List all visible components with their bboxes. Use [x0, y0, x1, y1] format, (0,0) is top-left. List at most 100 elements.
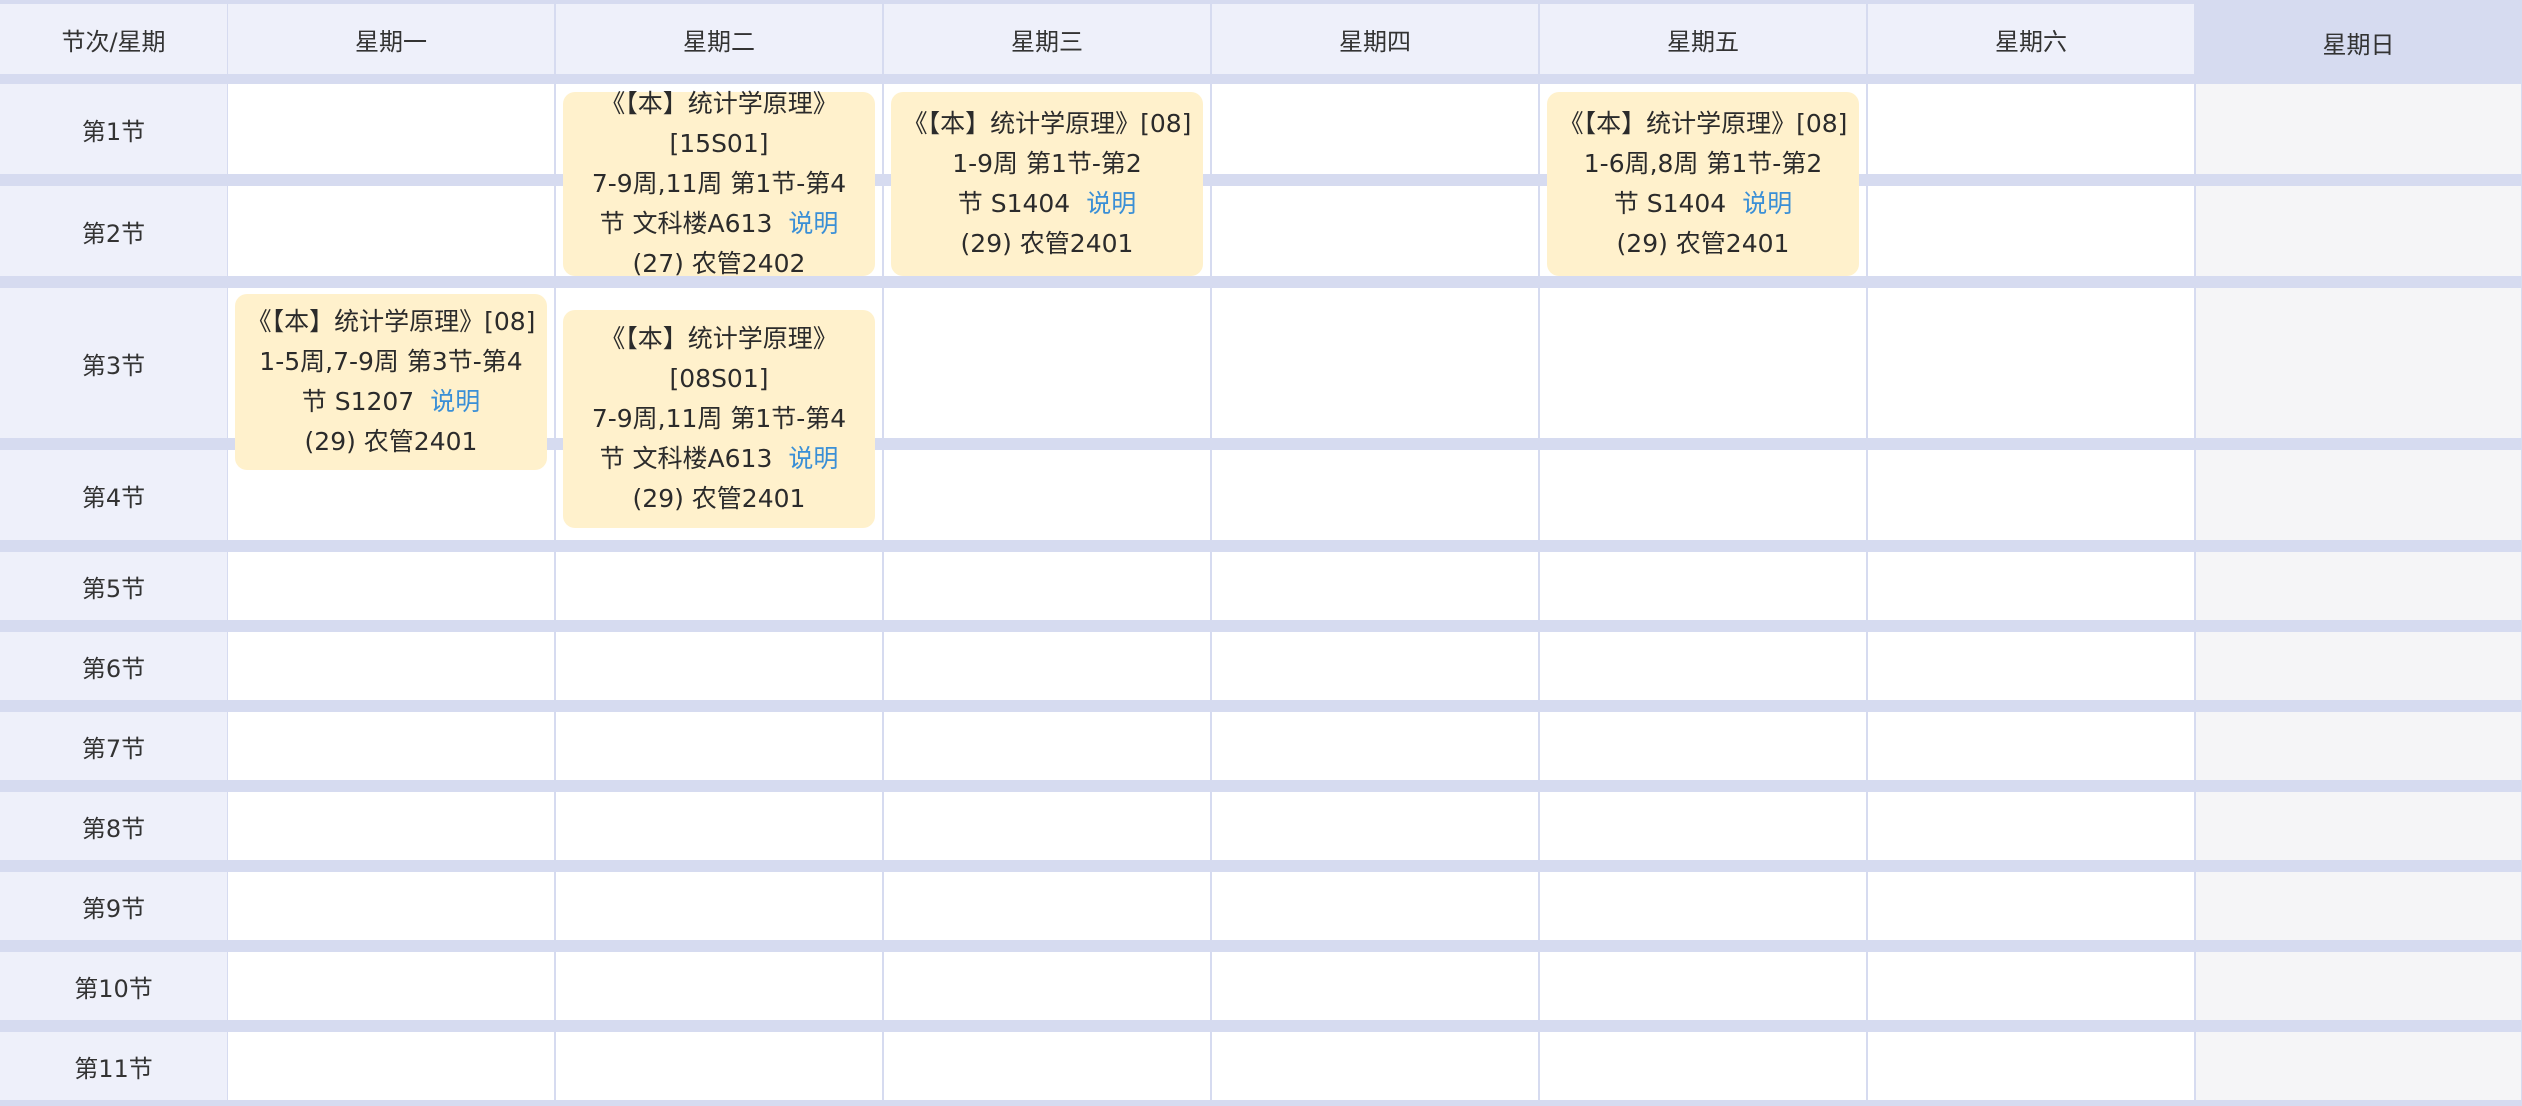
timetable-slot[interactable]	[2196, 84, 2521, 174]
timetable-slot[interactable]	[556, 552, 882, 620]
timetable-slot[interactable]	[1540, 288, 1866, 438]
timetable-slot[interactable]	[228, 712, 554, 780]
timetable-slot[interactable]	[1868, 1032, 2194, 1100]
timetable-slot[interactable]	[1212, 84, 1538, 174]
timetable-slot[interactable]	[2196, 712, 2521, 780]
timetable-slot[interactable]	[1868, 84, 2194, 174]
timetable-slot[interactable]	[884, 952, 1210, 1020]
timetable-slot[interactable]	[1868, 712, 2194, 780]
course-info-line: 节 文科楼A613 说明	[600, 439, 839, 479]
timetable-slot[interactable]	[1540, 952, 1866, 1020]
course-info-text: 《【本】统计学原理》[08]	[1558, 109, 1848, 138]
course-info-line: 1-5周,7-9周 第3节-第4	[259, 342, 522, 382]
timetable-slot[interactable]	[1212, 952, 1538, 1020]
course-card[interactable]: 《【本】统计学原理》[08] 1-5周,7-9周 第3节-第4 节 S1207 说明 (…	[235, 294, 547, 470]
timetable-slot[interactable]	[1212, 632, 1538, 700]
timetable-slot[interactable]	[1868, 792, 2194, 860]
timetable-slot[interactable]	[1212, 872, 1538, 940]
timetable-slot[interactable]	[1212, 712, 1538, 780]
timetable-slot[interactable]	[228, 84, 554, 174]
timetable-slot[interactable]	[556, 712, 882, 780]
course-card[interactable]: 《【本】统计学原理》[08] 1-9周 第1节-第2 节 S1404 说明 (29) 农…	[891, 92, 1203, 276]
timetable-slot[interactable]	[1868, 632, 2194, 700]
period-label-8: 第8节	[0, 792, 227, 860]
timetable-slot[interactable]	[2196, 288, 2521, 438]
timetable-slot[interactable]	[556, 632, 882, 700]
timetable-slot[interactable]	[2196, 872, 2521, 940]
timetable-slot[interactable]	[228, 1032, 554, 1100]
period-label-11: 第11节	[0, 1032, 227, 1100]
timetable-slot[interactable]	[884, 712, 1210, 780]
timetable-slot[interactable]	[2196, 952, 2521, 1020]
timetable-slot[interactable]	[228, 186, 554, 276]
day-header-6: 星期六	[1868, 4, 2194, 74]
timetable-slot[interactable]	[884, 632, 1210, 700]
timetable-slot[interactable]	[884, 450, 1210, 540]
timetable-slot[interactable]	[1868, 450, 2194, 540]
timetable-slot[interactable]	[556, 952, 882, 1020]
timetable-slot[interactable]	[1868, 952, 2194, 1020]
course-info-line: 《【本】统计学原理》	[600, 84, 838, 124]
course-info-line: 7-9周,11周 第1节-第4	[592, 399, 846, 439]
timetable-slot[interactable]	[1540, 1032, 1866, 1100]
course-note-link[interactable]: 说明	[1086, 189, 1136, 218]
timetable-slot[interactable]	[2196, 186, 2521, 276]
course-card[interactable]: 《【本】统计学原理》 [15S01] 7-9周,11周 第1节-第4 节 文科楼A61…	[563, 89, 875, 278]
course-info-text: 1-9周 第1节-第2	[952, 149, 1142, 178]
timetable-slot[interactable]	[228, 872, 554, 940]
course-note-link[interactable]: 说明	[788, 209, 838, 238]
timetable-slot[interactable]	[1868, 552, 2194, 620]
timetable-slot[interactable]	[1868, 872, 2194, 940]
timetable-slot[interactable]	[1540, 792, 1866, 860]
day-header-1: 星期一	[228, 4, 554, 74]
course-info-text: 节 S1404	[1613, 189, 1727, 218]
timetable-slot[interactable]	[1868, 288, 2194, 438]
timetable-slot[interactable]	[228, 952, 554, 1020]
course-info-line: 节 S1207 说明	[302, 382, 480, 422]
timetable-slot[interactable]	[1212, 792, 1538, 860]
timetable-slot[interactable]	[1540, 712, 1866, 780]
timetable-slot[interactable]	[556, 1032, 882, 1100]
course-info-text: 7-9周,11周 第1节-第4	[591, 169, 847, 198]
course-info-line: 节 S1404 说明	[958, 184, 1136, 224]
course-note-link[interactable]: 说明	[788, 444, 838, 473]
course-info-line: 节 文科楼A613 说明	[600, 204, 839, 244]
timetable-slot[interactable]	[884, 872, 1210, 940]
timetable-slot[interactable]	[1540, 450, 1866, 540]
timetable-slot[interactable]	[884, 552, 1210, 620]
timetable-slot[interactable]	[884, 1032, 1210, 1100]
timetable-slot[interactable]	[228, 792, 554, 860]
timetable-slot[interactable]	[2196, 552, 2521, 620]
timetable-slot[interactable]	[1212, 1032, 1538, 1100]
course-note-link[interactable]: 说明	[1742, 189, 1792, 218]
timetable-slot[interactable]	[1212, 552, 1538, 620]
timetable-slot[interactable]	[1212, 450, 1538, 540]
period-label-1: 第1节	[0, 84, 227, 174]
timetable-slot[interactable]	[1540, 632, 1866, 700]
course-card[interactable]: 《【本】统计学原理》[08] 1-6周,8周 第1节-第2 节 S1404 说明 (29…	[1547, 92, 1859, 276]
timetable-slot[interactable]	[1540, 552, 1866, 620]
day-header-4: 星期四	[1212, 4, 1538, 74]
timetable-slot[interactable]	[884, 792, 1210, 860]
course-info-text: [08S01]	[669, 364, 769, 393]
course-class-line: (27) 农管2402	[632, 249, 806, 278]
timetable-slot[interactable]	[228, 632, 554, 700]
timetable-slot[interactable]	[1540, 872, 1866, 940]
timetable-grid: 节次/星期 星期一 星期二 星期三 星期四 星期五 星期六 星期日 第1节 第2节 第3节 第4节 第5…	[0, 0, 2522, 1106]
day-header-5: 星期五	[1540, 4, 1866, 74]
timetable-slot[interactable]	[1212, 288, 1538, 438]
timetable-slot[interactable]	[228, 552, 554, 620]
timetable-slot[interactable]	[2196, 792, 2521, 860]
course-info-line: [08S01]	[670, 359, 769, 399]
timetable-slot[interactable]	[1868, 186, 2194, 276]
course-info-line: 节 S1404 说明	[1614, 184, 1792, 224]
timetable-slot[interactable]	[2196, 632, 2521, 700]
timetable-slot[interactable]	[2196, 1032, 2521, 1100]
timetable-slot[interactable]	[556, 872, 882, 940]
timetable-slot[interactable]	[884, 288, 1210, 438]
timetable-slot[interactable]	[2196, 450, 2521, 540]
course-note-link[interactable]: 说明	[430, 387, 480, 416]
timetable-slot[interactable]	[1212, 186, 1538, 276]
course-card[interactable]: 《【本】统计学原理》 [08S01] 7-9周,11周 第1节-第4 节 文科楼A61…	[563, 310, 875, 528]
timetable-slot[interactable]	[556, 792, 882, 860]
